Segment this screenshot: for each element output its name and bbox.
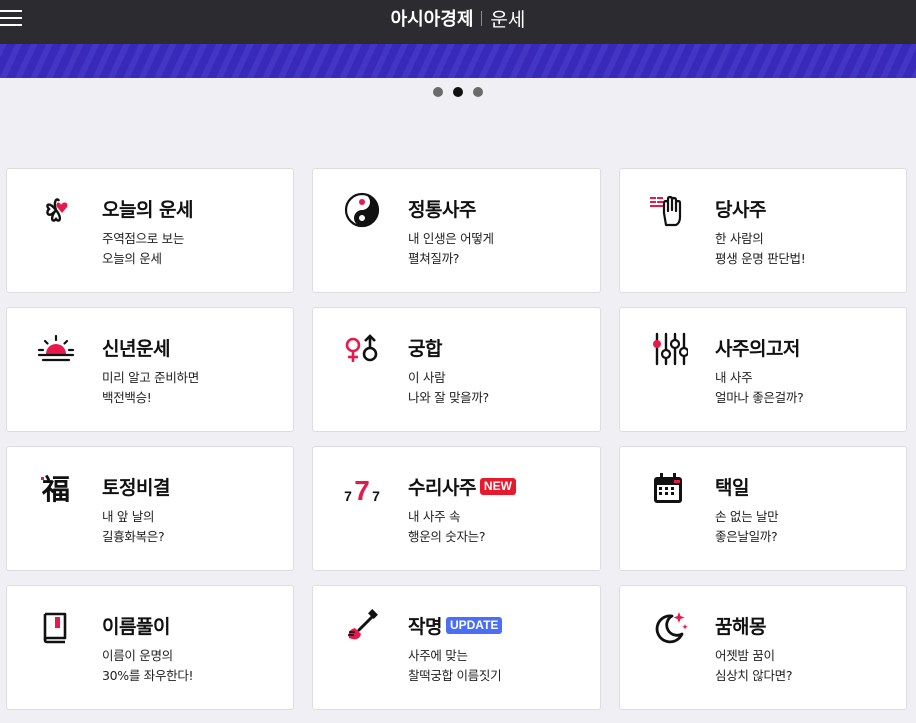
card-number-saju[interactable]: 7 7 7 수리사주 NEW 내 사주 속 행운의 숫자는?	[312, 446, 601, 571]
svg-text:7: 7	[344, 488, 352, 504]
site-title[interactable]: 아시아경제 운세	[0, 0, 916, 36]
card-todays-fortune[interactable]: 오늘의 운세 주역점으로 보는 오늘의 운세	[6, 168, 294, 293]
card-title: 궁합	[408, 338, 442, 360]
sunrise-icon	[37, 330, 75, 368]
fortune-character-icon: 福	[37, 469, 75, 507]
title-divider	[481, 10, 483, 26]
promo-banner[interactable]	[0, 44, 916, 78]
card-title: 이름풀이	[102, 616, 170, 638]
card-traditional-saju[interactable]: 정통사주 내 인생은 어떻게 펼쳐질까?	[312, 168, 601, 293]
card-title: 당사주	[715, 199, 766, 221]
card-title: 수리사주 NEW	[408, 473, 516, 500]
svg-text:7: 7	[354, 475, 370, 506]
carousel-dot[interactable]	[473, 87, 483, 97]
card-description: 이름이 운명의 30%를 좌우한다!	[102, 648, 194, 683]
carousel-dot[interactable]	[433, 87, 443, 97]
lucky-seven-icon: 7 7 7	[343, 469, 381, 507]
banner-pattern	[0, 44, 916, 78]
card-naming[interactable]: 작명 UPDATE 사주에 맞는 찰떡궁합 이름짓기	[312, 585, 601, 710]
card-date-selection[interactable]: 택일 손 없는 날만 좋은날일까?	[619, 446, 907, 571]
card-description: 내 앞 날의 길흉화복은?	[102, 509, 165, 544]
fortune-menu-grid: 오늘의 운세 주역점으로 보는 오늘의 운세 정통사주 내 인생은 어떻게 펼쳐질까…	[6, 168, 907, 710]
calendar-icon	[650, 469, 688, 507]
card-description: 사주에 맞는 찰떡궁합 이름짓기	[408, 648, 502, 683]
card-description: 내 사주 속 행운의 숫자는?	[408, 509, 486, 544]
card-saju-level[interactable]: 사주의고저 내 사주 얼마나 좋은걸까?	[619, 307, 907, 432]
carousel-dot-active[interactable]	[453, 87, 463, 97]
moon-stars-icon	[650, 608, 688, 646]
svg-text:7: 7	[372, 488, 380, 504]
card-name-analysis[interactable]: 이름풀이 이름이 운명의 30%를 좌우한다!	[6, 585, 294, 710]
update-badge: UPDATE	[445, 617, 503, 634]
card-title: 택일	[715, 477, 749, 499]
card-description: 어젯밤 꿈이 심상치 않다면?	[715, 648, 793, 683]
card-title: 신년운세	[102, 338, 170, 360]
clover-heart-icon	[37, 191, 75, 229]
card-dangsaju[interactable]: 당사주 한 사람의 평생 운명 판단법!	[619, 168, 907, 293]
book-icon	[37, 608, 75, 646]
palm-hand-icon	[650, 191, 688, 229]
card-title: 오늘의 운세	[102, 199, 194, 221]
new-badge: NEW	[479, 478, 516, 495]
card-description: 내 사주 얼마나 좋은걸까?	[715, 370, 804, 405]
card-compatibility[interactable]: 궁합 이 사람 나와 잘 맞을까?	[312, 307, 601, 432]
card-description: 이 사람 나와 잘 맞을까?	[408, 370, 489, 405]
brush-icon	[343, 608, 381, 646]
svg-text:福: 福	[41, 473, 70, 506]
card-description: 내 인생은 어떻게 펼쳐질까?	[408, 231, 494, 266]
card-tojeong-bigyeol[interactable]: 福 토정비결 내 앞 날의 길흉화복은?	[6, 446, 294, 571]
card-title: 정통사주	[408, 199, 476, 221]
card-dream-interpretation[interactable]: 꿈해몽 어젯밤 꿈이 심상치 않다면?	[619, 585, 907, 710]
card-title: 꿈해몽	[715, 616, 766, 638]
sliders-icon	[650, 330, 688, 368]
top-bar: 아시아경제 운세	[0, 0, 916, 44]
card-description: 미리 알고 준비하면 백전백승!	[102, 370, 199, 405]
card-new-year-fortune[interactable]: 신년운세 미리 알고 준비하면 백전백승!	[6, 307, 294, 432]
yin-yang-icon	[343, 191, 381, 229]
card-description: 손 없는 날만 좋은날일까?	[715, 509, 779, 544]
carousel-indicator	[0, 87, 916, 99]
gender-symbols-icon	[343, 330, 381, 368]
card-title: 토정비결	[102, 477, 170, 499]
card-title: 작명 UPDATE	[408, 612, 503, 639]
card-title: 사주의고저	[715, 338, 800, 360]
card-description: 한 사람의 평생 운명 판단법!	[715, 231, 806, 266]
section-name: 운세	[490, 8, 526, 31]
brand-name: 아시아경제	[390, 9, 474, 30]
card-description: 주역점으로 보는 오늘의 운세	[102, 231, 185, 266]
